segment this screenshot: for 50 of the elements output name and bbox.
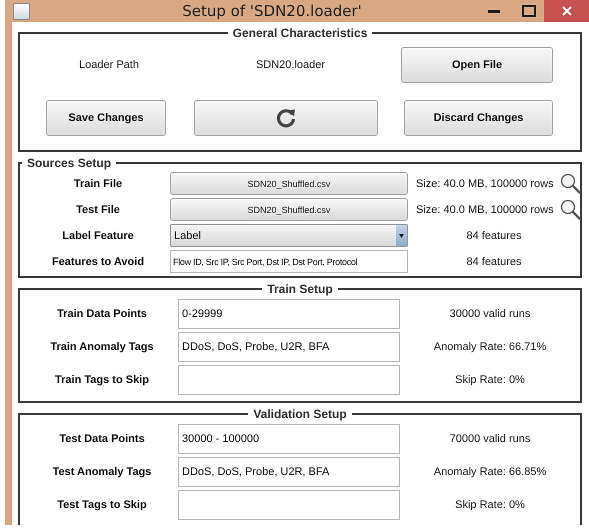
- file-button[interactable]: SDN20_Shuffled.csv: [170, 172, 408, 195]
- field-label: Features to Avoid: [50, 256, 146, 268]
- field-info: 84 features: [465, 256, 523, 268]
- field-info: 30000 valid runs: [448, 308, 532, 320]
- panel-title: Validation Setup: [252, 407, 348, 421]
- close-button[interactable]: [544, 0, 589, 22]
- refresh-button[interactable]: [194, 100, 378, 136]
- file-button[interactable]: SDN20_Shuffled.csv: [170, 198, 408, 221]
- panel-title: Train Setup: [266, 282, 334, 296]
- input-field[interactable]: 0-29999: [178, 299, 400, 329]
- refresh-icon: [275, 107, 297, 129]
- input-field[interactable]: [178, 490, 400, 520]
- discard-changes-button[interactable]: Discard Changes: [404, 100, 553, 136]
- field-info: Anomaly Rate: 66.71%: [432, 341, 548, 353]
- input-field[interactable]: DDoS, DoS, Probe, U2R, BFA: [178, 457, 400, 487]
- open-file-button[interactable]: Open File: [401, 47, 553, 83]
- field-label: Label Feature: [61, 230, 135, 242]
- input-field[interactable]: DDoS, DoS, Probe, U2R, BFA: [178, 332, 400, 362]
- field-info: Skip Rate: 0%: [454, 374, 526, 386]
- minimize-icon: [488, 10, 500, 12]
- loader-path-label: Loader Path: [78, 59, 140, 71]
- close-icon: [562, 6, 572, 16]
- field-label: Train Data Points: [56, 308, 148, 320]
- field-info: 70000 valid runs: [448, 433, 532, 445]
- field-label: Test Tags to Skip: [56, 499, 148, 511]
- magnifier-icon[interactable]: [560, 173, 581, 194]
- field-info: Skip Rate: 0%: [454, 499, 526, 511]
- field-info: Anomaly Rate: 66.85%: [432, 466, 548, 478]
- field-label: Test Data Points: [58, 433, 146, 445]
- input-field[interactable]: Flow ID, Src IP, Src Port, Dst IP, Dst Port, Protocol: [170, 250, 408, 273]
- loader-path-value: SDN20.loader: [254, 59, 326, 71]
- field-label: Test Anomaly Tags: [52, 466, 152, 478]
- dropdown-arrow-icon: [399, 234, 404, 238]
- panel-title: General Characteristics: [232, 26, 368, 40]
- field-label: Test File: [75, 204, 121, 216]
- panel-title: Sources Setup: [26, 156, 112, 170]
- field-label: Train File: [72, 178, 124, 190]
- file-info: Size: 40.0 MB, 100000 rows: [415, 178, 554, 190]
- field-label: Train Anomaly Tags: [49, 341, 155, 353]
- magnifier-icon[interactable]: [560, 199, 581, 220]
- window-title: Setup of 'SDN20.loader': [181, 2, 363, 20]
- save-changes-button[interactable]: Save Changes: [46, 100, 166, 136]
- app-icon: [13, 2, 30, 20]
- field-info: 84 features: [465, 230, 523, 242]
- file-info: Size: 40.0 MB, 100000 rows: [415, 204, 554, 216]
- maximize-icon: [522, 5, 536, 17]
- dropdown[interactable]: Label: [170, 224, 408, 247]
- input-field[interactable]: [178, 365, 400, 395]
- input-field[interactable]: 30000 - 100000: [178, 424, 400, 454]
- field-label: Train Tags to Skip: [54, 374, 150, 386]
